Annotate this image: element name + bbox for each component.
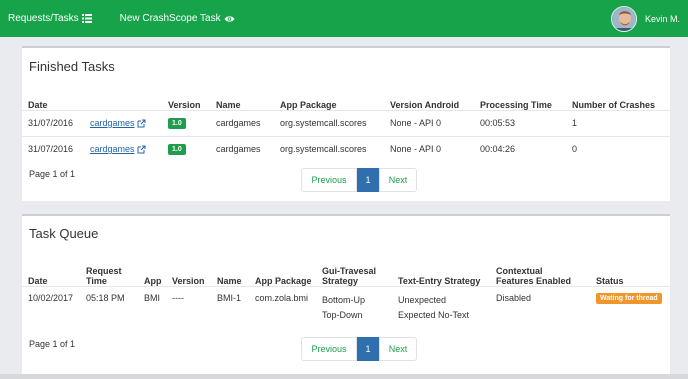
table-row: 31/07/2016 cardgames 1.0 cardgames org.s… [22, 110, 670, 136]
top-navbar: Requests/Tasks New CrashScope Task Kevin… [0, 0, 688, 37]
col-version: Version [172, 275, 205, 286]
status-badge: Wating for thread [596, 292, 662, 304]
nav-new-crashscope-task[interactable]: New CrashScope Task [120, 13, 235, 24]
col-gui-traversal-strategy: Gui-Travesal Strategy [322, 265, 377, 286]
cell-crashes: 1 [572, 118, 578, 128]
cell-android: None - API 0 [390, 118, 442, 128]
task-link[interactable]: cardgames [90, 118, 146, 128]
col-app-package: App Package [255, 275, 312, 286]
task-queue-title: Task Queue [29, 226, 99, 241]
nav-requests-tasks[interactable]: Requests/Tasks [8, 13, 92, 24]
col-status: Status [596, 275, 624, 286]
pagination-next[interactable]: Next [379, 168, 417, 192]
cell-crashes: 0 [572, 144, 578, 155]
nav-requests-label: Requests/Tasks [8, 13, 79, 24]
cell-date: 31/07/2016 [28, 118, 74, 128]
cell-app: BMI [144, 292, 161, 303]
table-row: 10/02/2017 05:18 PM BMI ---- BMI-1 com.z… [22, 286, 670, 326]
eye-icon [224, 15, 235, 22]
col-version-android: Version Android [390, 99, 460, 110]
avatar[interactable] [610, 5, 637, 32]
external-link-icon [137, 119, 146, 127]
col-request-time: Request Time [86, 265, 122, 286]
cell-date: 31/07/2016 [28, 144, 74, 155]
page-info: Page 1 of 1 [29, 169, 76, 179]
cell-time: 00:05:53 [480, 118, 516, 128]
version-badge: 1.0 [168, 118, 186, 129]
col-app: App [144, 275, 162, 286]
pagination-previous[interactable]: Previous [301, 337, 357, 361]
col-name: Name [216, 99, 241, 110]
cell-time: 00:04:26 [480, 144, 516, 155]
cell-name: cardgames [216, 144, 261, 155]
task-link-label: cardgames [90, 118, 135, 128]
cell-gui-strategy: Bottom-Up Top-Down [322, 294, 366, 320]
col-date: Date [28, 99, 48, 110]
user-name[interactable]: Kevin M. [645, 14, 680, 24]
pagination: Previous 1 Next [301, 168, 417, 192]
version-badge: 1.0 [168, 144, 186, 156]
page-info: Page 1 of 1 [29, 339, 76, 349]
cell-text-entry: Unexpected Expected No-Text [398, 294, 470, 320]
cell-android: None - API 0 [390, 144, 442, 155]
task-link[interactable]: cardgames [90, 144, 146, 154]
cell-time: 05:18 PM [86, 292, 125, 303]
cell-package: org.systemcall.scores [280, 144, 367, 155]
cell-name: cardgames [216, 118, 261, 128]
pagination-previous[interactable]: Previous [301, 168, 357, 192]
finished-tasks-panel: Finished Tasks Date Version Name App Pac… [22, 46, 670, 201]
pagination-next[interactable]: Next [379, 337, 417, 361]
task-link-label: cardgames [90, 144, 135, 155]
horizontal-scrollbar[interactable] [0, 374, 688, 379]
col-version: Version [168, 99, 201, 110]
col-contextual-features: Contextual Features Enabled [496, 265, 572, 286]
pagination-page-1[interactable]: 1 [357, 168, 379, 192]
main-content: Finished Tasks Date Version Name App Pac… [0, 37, 688, 379]
cell-contextual: Disabled [496, 292, 532, 303]
table-row: 31/07/2016 cardgames 1.0 cardgames org.s… [22, 136, 670, 162]
list-icon [81, 14, 92, 23]
pagination-page-1[interactable]: 1 [357, 337, 379, 361]
col-processing-time: Processing Time [480, 99, 552, 110]
task-queue-table: Date Request Time App Version Name App Pa… [22, 250, 670, 326]
col-text-entry-strategy: Text-Entry Strategy [398, 275, 481, 286]
col-app-package: App Package [280, 99, 337, 110]
task-queue-panel: Task Queue Date Request Time App Version … [22, 214, 670, 374]
cell-date: 10/02/2017 [28, 292, 74, 303]
finished-tasks-table: Date Version Name App Package Version An… [22, 86, 670, 162]
col-date: Date [28, 275, 48, 286]
nav-new-task-label: New CrashScope Task [119, 13, 221, 24]
col-name: Name [217, 275, 242, 286]
pagination: Previous 1 Next [301, 337, 417, 361]
cell-version: ---- [172, 292, 184, 303]
external-link-icon [137, 145, 146, 154]
cell-package: com.zola.bmi [255, 292, 309, 303]
user-photo-icon [611, 6, 636, 31]
cell-name: BMI-1 [217, 292, 242, 303]
finished-tasks-title: Finished Tasks [29, 59, 115, 74]
col-number-of-crashes: Number of Crashes [572, 99, 656, 110]
cell-package: org.systemcall.scores [280, 118, 367, 128]
col-link [84, 86, 162, 110]
